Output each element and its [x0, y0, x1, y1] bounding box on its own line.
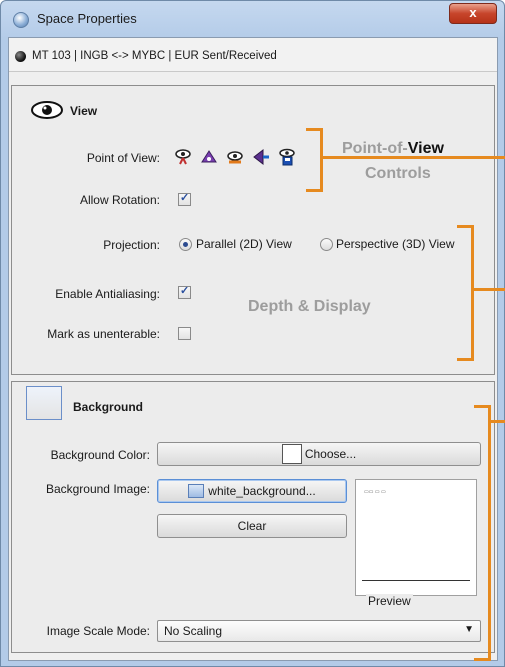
annotation-line-background [491, 420, 505, 423]
background-panel-title: Background [73, 400, 144, 414]
info-bar: MT 103 | INGB <-> MYBC | EUR Sent/Receiv… [9, 38, 497, 72]
annotation-pov-part1: Point-of- [342, 140, 408, 157]
scale-mode-label: Image Scale Mode: [46, 624, 150, 638]
annotation-line-depth [474, 288, 505, 291]
background-image-button-label: white_background... [208, 484, 316, 498]
image-file-icon [188, 483, 205, 498]
allow-rotation-checkbox[interactable]: ✓ [178, 192, 191, 206]
perspective-view-label[interactable]: Perspective (3D) View [336, 237, 455, 251]
background-image-button[interactable]: white_background... [157, 479, 347, 503]
info-text: MT 103 | INGB <-> MYBC | EUR Sent/Receiv… [32, 50, 277, 62]
eye-front-icon[interactable] [200, 148, 218, 166]
background-color-label: Background Color: [50, 448, 150, 462]
app-globe-icon [13, 12, 29, 28]
parallel-view-label[interactable]: Parallel (2D) View [196, 237, 292, 251]
preview-thumbnail-text: ▭▭ ▭ ▭ [364, 489, 386, 495]
background-swatch-icon [26, 386, 62, 420]
antialiasing-checkbox[interactable]: ✓ [178, 285, 191, 299]
eye-back-icon[interactable] [252, 148, 270, 166]
annotation-depth: Depth & Display [248, 298, 371, 315]
pov-controls [168, 148, 298, 168]
close-button[interactable]: x [449, 3, 497, 24]
point-of-view-label: Point of View: [86, 151, 160, 165]
check-mark-icon: ✓ [180, 285, 190, 297]
unenterable-checkbox[interactable] [178, 327, 191, 340]
preview-divider [362, 580, 470, 581]
radio-selected-dot [183, 242, 188, 247]
radio-perspective-view[interactable] [320, 238, 333, 251]
clear-button[interactable]: Clear [157, 514, 347, 538]
eye-top-icon[interactable] [174, 148, 192, 166]
title-bar[interactable]: Space Properties x [1, 1, 504, 37]
annotation-line-pov [323, 156, 505, 159]
annotation-bracket-pov [306, 128, 323, 192]
projection-label: Projection: [103, 238, 160, 252]
preview-label: Preview [366, 594, 413, 608]
scale-mode-select[interactable]: No Scaling ▼ [157, 620, 481, 642]
chevron-down-icon: ▼ [464, 624, 474, 635]
status-dot-icon [15, 51, 26, 62]
antialiasing-label: Enable Antialiasing: [55, 287, 160, 301]
view-panel-title: View [70, 104, 98, 118]
preview-box: ▭▭ ▭ ▭ [355, 479, 477, 596]
eye-save-icon[interactable] [278, 148, 296, 166]
eye-icon [31, 101, 63, 119]
annotation-pov-part2: View [407, 140, 444, 157]
radio-parallel-view[interactable] [179, 238, 192, 251]
eye-side-icon[interactable] [226, 148, 244, 166]
scale-mode-value: No Scaling [164, 624, 223, 638]
color-swatch [281, 443, 302, 464]
unenterable-label: Mark as unenterable: [47, 327, 160, 341]
allow-rotation-label: Allow Rotation: [79, 193, 160, 207]
annotation-pov-line2: Controls [365, 165, 431, 182]
choose-color-button[interactable]: Choose... [157, 442, 481, 466]
window-title: Space Properties [37, 11, 137, 26]
background-image-label: Background Image: [45, 482, 150, 496]
choose-color-label: Choose... [304, 447, 357, 461]
annotation-bracket-depth [457, 225, 474, 361]
check-mark-icon: ✓ [180, 192, 190, 204]
